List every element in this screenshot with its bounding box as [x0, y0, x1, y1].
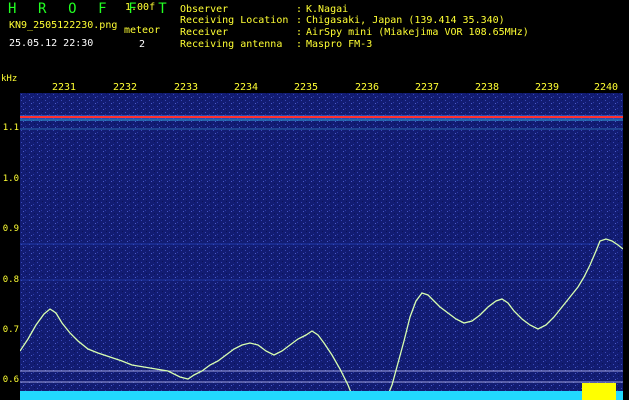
antenna-label: Receiving antenna [180, 39, 283, 50]
spectrogram [20, 93, 623, 400]
time-tick: 2239 [535, 82, 560, 93]
time-tick: 2237 [415, 82, 440, 93]
receiver-label: Receiver [180, 27, 229, 38]
antenna-value: Maspro FM-3 [306, 39, 373, 50]
freq-label: 1.0 [2, 174, 19, 184]
observer-colon: : [296, 4, 303, 15]
time-tick: 2240 [594, 82, 619, 93]
freq-label: 0.6 [2, 375, 19, 385]
time-tick: 2235 [294, 82, 319, 93]
observer-value: K.Nagai [306, 4, 349, 15]
time-tick: 2234 [234, 82, 259, 93]
antenna-colon: : [296, 39, 303, 50]
freq-label: 1.1 [2, 123, 19, 133]
mode-label: meteor [124, 25, 161, 36]
unit-label: kHz [1, 74, 18, 84]
header-panel: H R O F F T 1.00f KN9_2505122230.png met… [0, 0, 629, 84]
receiver-colon: : [296, 27, 303, 38]
app-version: 1.00f [125, 2, 156, 13]
time-tick: 2236 [355, 82, 380, 93]
time-tick: 2232 [113, 82, 138, 93]
overload-marker [582, 383, 616, 400]
location-value: Chigasaki, Japan (139.414 35.340) [306, 15, 505, 26]
noise-field [20, 93, 623, 400]
time-tick: 2233 [174, 82, 199, 93]
freq-label: 0.7 [2, 325, 19, 335]
location-label: Receiving Location [180, 15, 289, 26]
image-filename: KN9_2505122230.png [9, 20, 118, 31]
time-tick: 2231 [52, 82, 77, 93]
observer-label: Observer [180, 4, 229, 15]
meteor-count: 2 [139, 39, 146, 50]
freq-label: 0.9 [2, 224, 19, 234]
location-colon: : [296, 15, 303, 26]
time-tick: 2238 [475, 82, 500, 93]
receiver-value: AirSpy mini (Miakejima VOR 108.65MHz) [306, 27, 529, 38]
capture-datetime: 25.05.12 22:30 [9, 38, 94, 49]
noise-floor [20, 391, 623, 400]
freq-label: 0.8 [2, 275, 19, 285]
